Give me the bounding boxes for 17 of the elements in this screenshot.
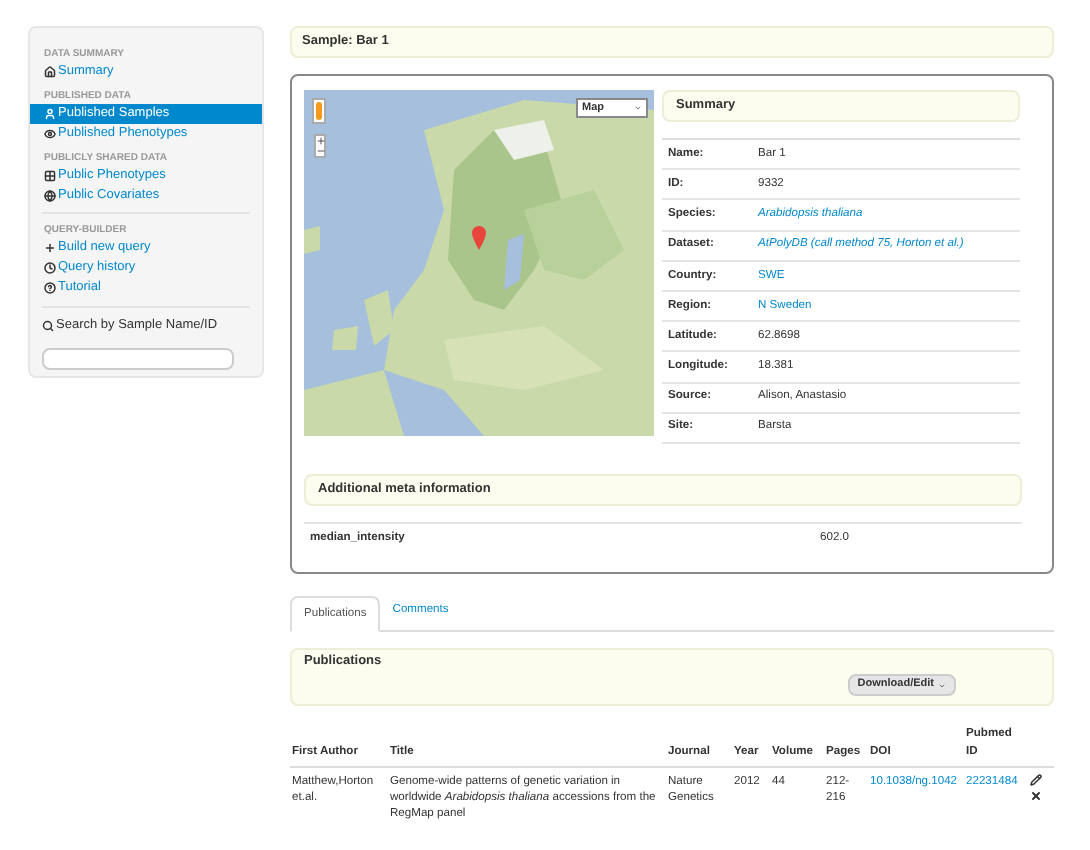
sidebar-item-icon xyxy=(44,282,56,294)
zoom-out-icon[interactable] xyxy=(315,146,325,156)
delete-icon[interactable] xyxy=(1030,790,1042,803)
sidebar-item-icon xyxy=(44,128,56,140)
sidebar-item-icon xyxy=(44,170,56,182)
sidebar-item-icon xyxy=(44,190,56,202)
sidebar-item-icon xyxy=(44,108,56,120)
sidebar-item-icon xyxy=(44,242,56,254)
zoom-control[interactable] xyxy=(314,134,326,158)
search-field[interactable] xyxy=(42,347,234,369)
sidebar-item-icon xyxy=(44,66,56,78)
map-pin-icon xyxy=(472,226,486,250)
zoom-in-icon[interactable] xyxy=(315,136,325,146)
search-icon xyxy=(42,320,54,332)
sidebar-item-icon xyxy=(44,262,56,274)
edit-icon[interactable] xyxy=(1030,774,1042,787)
street-view-icon[interactable] xyxy=(312,98,326,124)
